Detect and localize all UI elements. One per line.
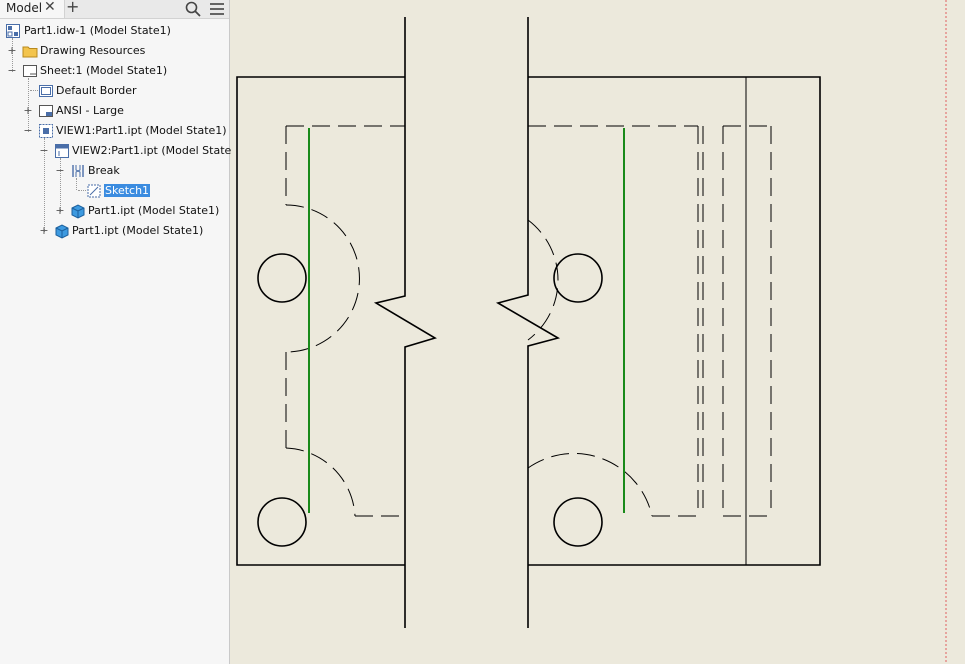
- tab-model[interactable]: Model ✕: [0, 0, 65, 18]
- collapse-icon[interactable]: −: [39, 145, 49, 157]
- tree-item-drawing[interactable]: Part1.idw-1 (Model State1): [0, 22, 229, 40]
- collapse-icon[interactable]: −: [55, 165, 65, 177]
- tree-item-part-view1[interactable]: + Part1.ipt (Model State1): [0, 222, 229, 240]
- tree-item-break[interactable]: − Break: [0, 162, 229, 180]
- tree-item-label: Part1.ipt (Model State1): [88, 204, 220, 217]
- tree-item-title-block[interactable]: + ANSI - Large: [0, 102, 229, 120]
- border-icon: [39, 85, 53, 97]
- titleblock-icon: [39, 105, 53, 117]
- collapse-icon[interactable]: −: [7, 65, 17, 77]
- search-icon[interactable]: [184, 0, 202, 18]
- menu-icon[interactable]: [208, 0, 226, 18]
- tree-item-label: Part1.ipt (Model State1): [72, 224, 204, 237]
- tree-item-label: ANSI - Large: [56, 104, 124, 117]
- sheet-icon: [23, 65, 37, 77]
- tree-item-label: Default Border: [56, 84, 137, 97]
- tree-item-default-border[interactable]: Default Border: [0, 82, 229, 100]
- sketch-icon: [87, 184, 101, 198]
- tree-item-drawing-resources[interactable]: + Drawing Resources: [0, 42, 229, 60]
- tree-item-label: Sheet:1 (Model State1): [40, 64, 168, 77]
- tree-item-view2[interactable]: − VIEW2:Part1.ipt (Model State1): [0, 142, 243, 160]
- break-icon: [72, 165, 84, 177]
- part-icon: [71, 204, 85, 219]
- browser-tab-bar: Model ✕ +: [0, 0, 229, 19]
- expand-icon[interactable]: +: [55, 205, 65, 217]
- tree-item-part-view2[interactable]: + Part1.ipt (Model State1): [0, 202, 229, 220]
- tree-item-label: Drawing Resources: [40, 44, 146, 57]
- tree-item-label-selected: Sketch1: [104, 184, 151, 197]
- folder-icon: [22, 46, 38, 58]
- expand-icon[interactable]: +: [23, 105, 33, 117]
- base-view-icon: [39, 124, 53, 138]
- tree-item-sheet[interactable]: − Sheet:1 (Model State1): [0, 62, 229, 80]
- model-browser-panel: Model ✕ + Part1.idw-1 (Model State1) + D…: [0, 0, 243, 664]
- tree-item-label: Break: [88, 164, 120, 177]
- close-icon[interactable]: ✕: [44, 0, 56, 15]
- tab-model-label: Model: [6, 1, 43, 15]
- collapse-icon[interactable]: −: [23, 125, 33, 137]
- tree-item-label: VIEW2:Part1.ipt (Model State1): [72, 144, 243, 157]
- tree-item-label: Part1.idw-1 (Model State1): [24, 24, 171, 37]
- part-icon: [55, 224, 69, 239]
- expand-icon[interactable]: +: [7, 45, 17, 57]
- drawing-canvas[interactable]: [231, 0, 965, 664]
- tree-item-label: VIEW1:Part1.ipt (Model State1): [56, 124, 227, 137]
- tree-item-view1[interactable]: − VIEW1:Part1.ipt (Model State1): [0, 122, 229, 140]
- tree-item-sketch1[interactable]: Sketch1: [0, 182, 229, 200]
- add-tab-icon[interactable]: +: [66, 0, 79, 16]
- drawing-doc-icon: [6, 24, 20, 38]
- expand-icon[interactable]: +: [39, 225, 49, 237]
- projected-view-icon: [55, 144, 69, 158]
